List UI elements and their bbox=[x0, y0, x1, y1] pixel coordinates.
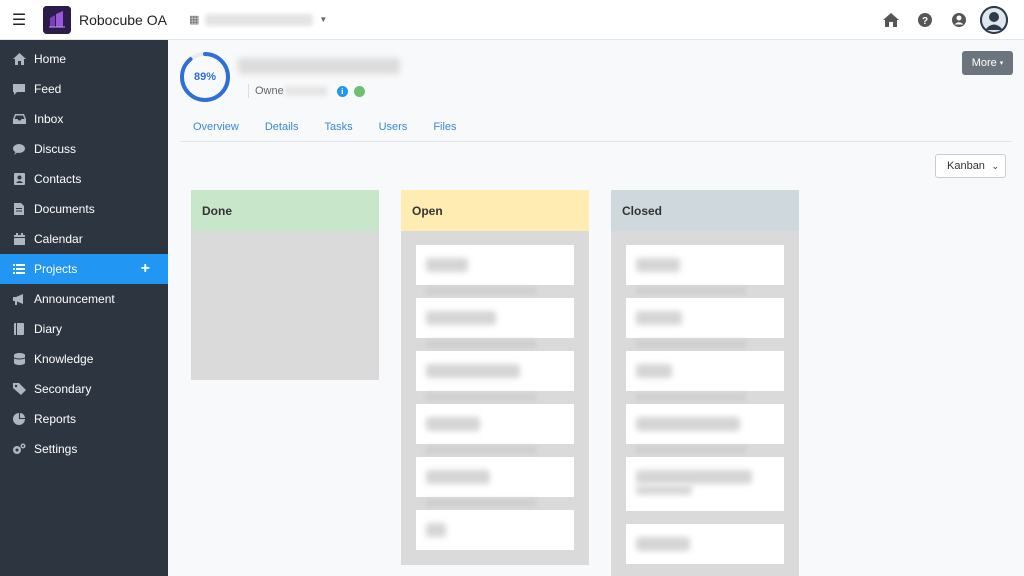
sidebar-item-contacts[interactable]: Contacts bbox=[0, 164, 168, 194]
database-icon bbox=[12, 352, 26, 366]
sidebar-item-label: Diary bbox=[34, 322, 63, 336]
kanban-card[interactable] bbox=[416, 351, 574, 401]
sidebar-item-projects[interactable]: Projects + bbox=[0, 254, 168, 284]
tag-icon bbox=[12, 382, 26, 396]
sidebar-item-label: Contacts bbox=[34, 172, 82, 186]
document-icon bbox=[12, 202, 26, 216]
progress-percent: 89% bbox=[193, 71, 217, 83]
app-name[interactable]: Robocube OA bbox=[79, 12, 167, 28]
contact-book-icon bbox=[12, 172, 26, 186]
sidebar-item-documents[interactable]: Documents bbox=[0, 194, 168, 224]
kanban-card[interactable] bbox=[416, 457, 574, 507]
sidebar-item-label: Calendar bbox=[34, 232, 83, 246]
app-logo[interactable] bbox=[43, 5, 71, 34]
kanban-card[interactable] bbox=[416, 245, 574, 295]
kanban-column-title: Closed bbox=[622, 203, 663, 218]
main-content: 89% Owne i More ▾ Overview Details Tasks… bbox=[168, 40, 1024, 576]
more-button[interactable]: More ▾ bbox=[962, 51, 1013, 75]
owner-name bbox=[284, 86, 327, 96]
sidebar-item-diary[interactable]: Diary bbox=[0, 314, 168, 344]
sidebar-item-announcement[interactable]: Announcement bbox=[0, 284, 168, 314]
kanban-column-header: Closed bbox=[611, 190, 799, 231]
kanban-column-open: Open bbox=[401, 190, 589, 565]
kanban-column-header: Open bbox=[401, 190, 589, 231]
sidebar-item-secondary[interactable]: Secondary bbox=[0, 374, 168, 404]
sidebar-item-home[interactable]: Home bbox=[0, 44, 168, 74]
kanban-card[interactable] bbox=[416, 404, 574, 454]
more-button-label: More bbox=[971, 57, 997, 69]
project-title bbox=[238, 58, 400, 74]
chevron-down-icon: ⌄ bbox=[991, 161, 999, 171]
sidebar-item-label: Secondary bbox=[34, 382, 92, 396]
chat-icon bbox=[12, 142, 26, 156]
kanban-column-closed: Closed bbox=[611, 190, 799, 576]
top-bar: ☰ Robocube OA ▦ ▼ ? bbox=[0, 0, 1024, 40]
kanban-column-title: Done bbox=[202, 203, 232, 218]
tab-tasks[interactable]: Tasks bbox=[311, 120, 365, 134]
sidebar-item-label: Announcement bbox=[34, 292, 115, 306]
calendar-icon bbox=[12, 232, 26, 246]
gears-icon bbox=[12, 442, 26, 456]
sidebar-item-label: Inbox bbox=[34, 112, 64, 126]
view-mode-value: Kanban bbox=[947, 160, 985, 172]
kanban-card[interactable] bbox=[626, 245, 784, 295]
project-tabs: Overview Details Tasks Users Files bbox=[180, 120, 1012, 142]
pie-chart-icon bbox=[12, 412, 26, 426]
sidebar-item-label: Settings bbox=[34, 442, 78, 456]
globe-icon[interactable] bbox=[353, 85, 365, 97]
book-icon bbox=[12, 322, 26, 336]
sidebar-item-knowledge[interactable]: Knowledge bbox=[0, 344, 168, 374]
sidebar: Home Feed Inbox Discuss Contacts Documen… bbox=[0, 40, 168, 576]
sidebar-item-label: Home bbox=[34, 52, 67, 66]
help-icon[interactable]: ? bbox=[908, 3, 942, 37]
sidebar-item-label: Feed bbox=[34, 82, 62, 96]
tab-users[interactable]: Users bbox=[366, 120, 421, 134]
kanban-card[interactable] bbox=[416, 298, 574, 348]
caret-down-icon: ▼ bbox=[319, 15, 328, 24]
building-icon: ▦ bbox=[188, 14, 200, 26]
sidebar-item-label: Discuss bbox=[34, 142, 77, 156]
owner-label: Owne bbox=[255, 85, 284, 97]
kanban-card[interactable] bbox=[626, 524, 784, 564]
sidebar-item-label: Reports bbox=[34, 412, 77, 426]
kanban-card[interactable] bbox=[626, 351, 784, 401]
home-icon bbox=[12, 52, 26, 66]
sidebar-item-label: Projects bbox=[34, 262, 78, 276]
user-icon[interactable] bbox=[942, 3, 976, 37]
kanban-column-title: Open bbox=[412, 203, 443, 218]
svg-text:?: ? bbox=[922, 16, 928, 27]
tab-overview[interactable]: Overview bbox=[180, 120, 252, 134]
hamburger-menu-icon[interactable]: ☰ bbox=[0, 0, 38, 40]
sidebar-item-feed[interactable]: Feed bbox=[0, 74, 168, 104]
megaphone-icon bbox=[12, 292, 26, 306]
owner-row: Owne i bbox=[248, 84, 365, 98]
sidebar-item-discuss[interactable]: Discuss bbox=[0, 134, 168, 164]
sidebar-item-settings[interactable]: Settings bbox=[0, 434, 168, 464]
kanban-column-header: Done bbox=[191, 190, 379, 231]
organization-name bbox=[205, 13, 314, 26]
add-project-button[interactable]: + bbox=[141, 261, 150, 277]
home-icon[interactable] bbox=[874, 3, 908, 37]
view-mode-select[interactable]: Kanban ⌄ bbox=[935, 154, 1006, 178]
caret-down-icon: ▾ bbox=[999, 60, 1004, 67]
tab-details[interactable]: Details bbox=[252, 120, 312, 134]
kanban-column-done: Done bbox=[191, 190, 379, 380]
kanban-card[interactable] bbox=[626, 298, 784, 348]
kanban-card[interactable] bbox=[626, 404, 784, 454]
sidebar-item-inbox[interactable]: Inbox bbox=[0, 104, 168, 134]
avatar[interactable] bbox=[980, 6, 1008, 34]
organization-select[interactable]: ▦ ▼ bbox=[189, 13, 327, 26]
sidebar-item-label: Knowledge bbox=[34, 352, 94, 366]
list-icon bbox=[12, 262, 26, 276]
comment-icon bbox=[12, 82, 26, 96]
kanban-card[interactable] bbox=[626, 457, 784, 511]
sidebar-item-label: Documents bbox=[34, 202, 95, 216]
kanban-card[interactable] bbox=[416, 510, 574, 550]
inbox-icon bbox=[12, 112, 26, 126]
sidebar-item-calendar[interactable]: Calendar bbox=[0, 224, 168, 254]
info-icon[interactable]: i bbox=[336, 85, 348, 97]
tab-files[interactable]: Files bbox=[420, 120, 469, 134]
sidebar-item-reports[interactable]: Reports bbox=[0, 404, 168, 434]
